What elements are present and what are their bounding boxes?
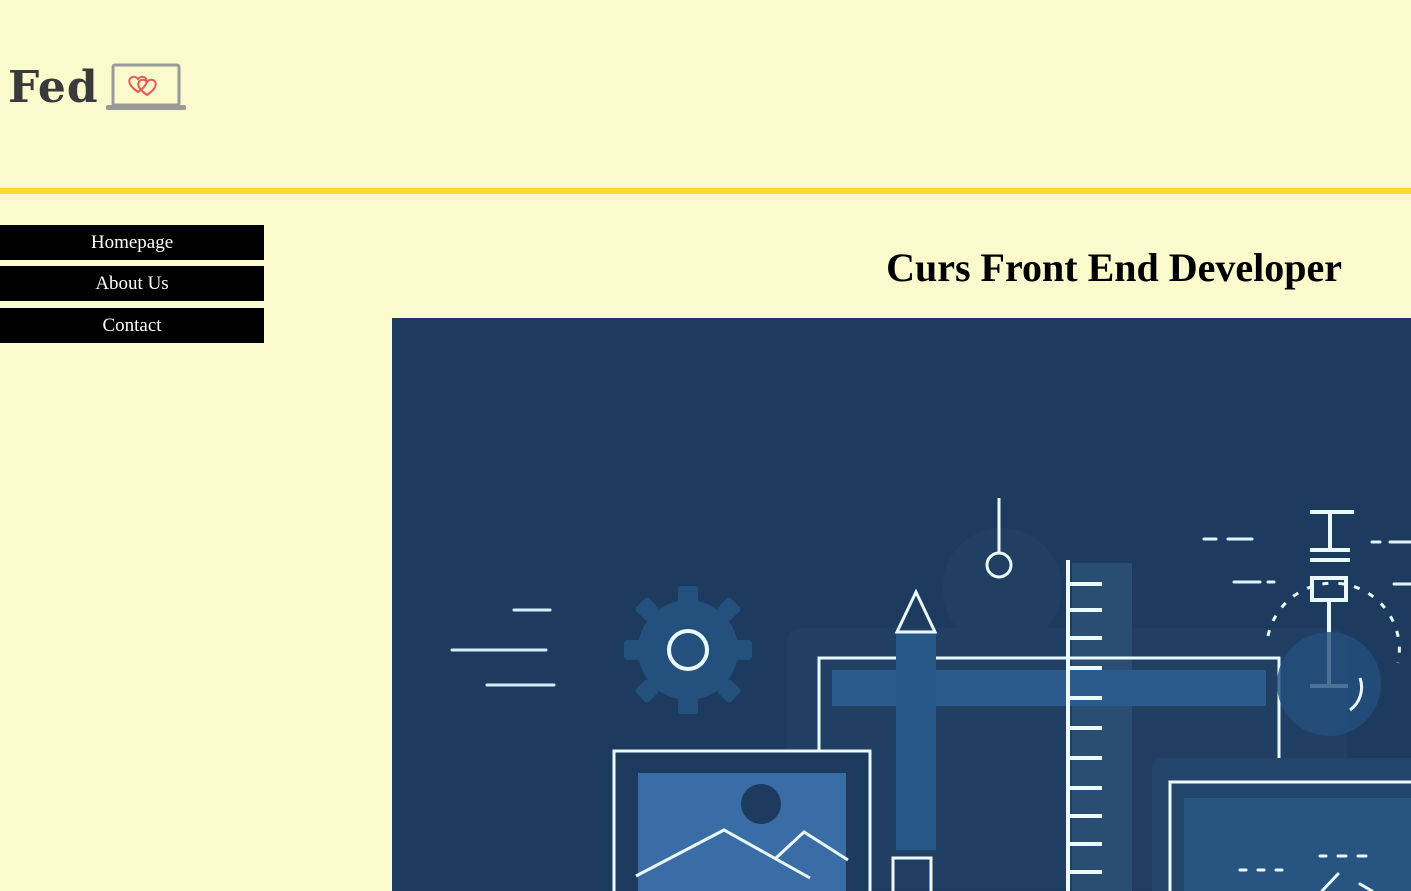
site-logo[interactable]: Fed xyxy=(8,60,187,116)
page-title: Curs Front End Developer xyxy=(886,245,1342,290)
side-nav: Homepage About Us Contact xyxy=(0,225,264,349)
nav-item-homepage[interactable]: Homepage xyxy=(0,225,264,260)
logo-text: Fed xyxy=(8,62,99,113)
front-end-development-illustration xyxy=(450,498,1411,891)
site-header: Fed xyxy=(0,0,1411,188)
nav-item-about-us[interactable]: About Us xyxy=(0,266,264,301)
hero-image xyxy=(392,318,1411,891)
laptop-hearts-icon xyxy=(105,63,186,110)
header-divider xyxy=(0,188,1411,194)
nav-item-contact[interactable]: Contact xyxy=(0,308,264,343)
gear-icon xyxy=(624,586,752,714)
